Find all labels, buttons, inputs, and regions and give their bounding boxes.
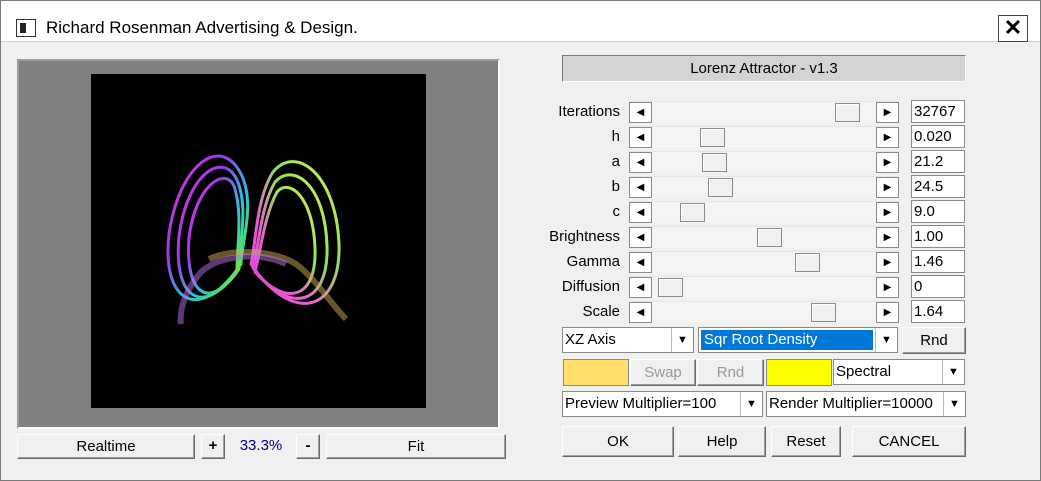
slider-thumb[interactable] [657, 278, 683, 297]
chevron-down-icon[interactable]: ▼ [942, 360, 964, 384]
arrow-left-icon[interactable]: ◀ [629, 302, 652, 323]
param-slider[interactable]: ◀ ▶ [629, 251, 899, 273]
close-icon: ✕ [1003, 15, 1023, 40]
arrow-left-icon[interactable]: ◀ [629, 177, 652, 198]
realtime-button[interactable]: Realtime [17, 434, 195, 459]
arrow-right-icon[interactable]: ▶ [876, 152, 899, 173]
param-label: Diffusion [561, 278, 620, 295]
chevron-down-icon[interactable]: ▼ [943, 392, 965, 416]
param-value-field[interactable]: 9.0 [911, 200, 965, 223]
arrow-right-icon[interactable]: ▶ [876, 252, 899, 273]
arrow-right-icon[interactable]: ▶ [876, 302, 899, 323]
param-label: c [612, 203, 621, 220]
cancel-button[interactable]: CANCEL [852, 426, 966, 457]
param-value-field[interactable]: 1.64 [911, 300, 965, 323]
param-value-field[interactable]: 21.2 [911, 150, 965, 173]
app-icon [16, 19, 36, 37]
param-slider[interactable]: ◀ ▶ [629, 301, 899, 323]
param-value-field[interactable]: 0.020 [911, 125, 965, 148]
close-button[interactable]: ✕ [998, 15, 1028, 42]
zoom-level: 33.3% [230, 434, 292, 459]
chevron-down-icon[interactable]: ▼ [671, 328, 693, 352]
arrow-right-icon[interactable]: ▶ [876, 227, 899, 248]
param-slider[interactable]: ◀ ▶ [629, 176, 899, 198]
swap-colors-button[interactable]: Swap [630, 359, 696, 386]
param-value-field[interactable]: 1.46 [911, 250, 965, 273]
param-label: a [611, 153, 620, 170]
slider-thumb[interactable] [679, 203, 705, 222]
attractor-image [166, 154, 349, 325]
slider-thumb[interactable] [757, 228, 783, 247]
preview-canvas[interactable] [91, 74, 426, 408]
param-slider[interactable]: ◀ ▶ [629, 151, 899, 173]
preview-multiplier-value: Preview Multiplier=100 [565, 395, 717, 412]
param-label: Brightness [549, 228, 620, 245]
param-slider[interactable]: ◀ ▶ [629, 226, 899, 248]
axis-select-value: XZ Axis [565, 331, 616, 348]
axis-select[interactable]: XZ Axis ▼ [562, 327, 694, 353]
density-select[interactable]: Sqr Root Density ▼ [698, 327, 898, 353]
param-label: h [611, 128, 620, 145]
param-slider[interactable]: ◀ ▶ [629, 276, 899, 298]
random-colors-button[interactable]: Rnd [697, 359, 764, 386]
render-multiplier-select[interactable]: Render Multiplier=10000 ▼ [766, 391, 966, 417]
param-slider[interactable]: ◀ ▶ [629, 201, 899, 223]
arrow-right-icon[interactable]: ▶ [876, 277, 899, 298]
reset-button[interactable]: Reset [771, 426, 841, 457]
arrow-left-icon[interactable]: ◀ [629, 202, 652, 223]
arrow-left-icon[interactable]: ◀ [629, 252, 652, 273]
fit-button[interactable]: Fit [326, 434, 506, 459]
slider-thumb[interactable] [701, 153, 727, 172]
arrow-left-icon[interactable]: ◀ [629, 102, 652, 123]
filter-name: Lorenz Attractor - v1.3 [562, 55, 966, 82]
param-value-field[interactable]: 0 [911, 275, 965, 298]
density-select-value: Sqr Root Density [701, 330, 873, 350]
arrow-right-icon[interactable]: ▶ [876, 127, 899, 148]
param-slider[interactable]: ◀ ▶ [629, 101, 899, 123]
param-label: Scale [582, 303, 620, 320]
param-label: Iterations [558, 103, 620, 120]
render-multiplier-value: Render Multiplier=10000 [769, 395, 933, 412]
arrow-left-icon[interactable]: ◀ [629, 127, 652, 148]
window-title: Richard Rosenman Advertising & Design. [46, 18, 358, 37]
arrow-left-icon[interactable]: ◀ [629, 227, 652, 248]
slider-thumb[interactable] [707, 178, 733, 197]
preview-multiplier-select[interactable]: Preview Multiplier=100 ▼ [562, 391, 763, 417]
param-value-field[interactable]: 32767 [911, 100, 965, 123]
zoom-out-button[interactable]: - [296, 434, 320, 459]
palette-select-value: Spectral [836, 363, 892, 380]
arrow-left-icon[interactable]: ◀ [629, 277, 652, 298]
slider-thumb[interactable] [795, 253, 821, 272]
param-value-field[interactable]: 24.5 [911, 175, 965, 198]
arrow-right-icon[interactable]: ▶ [876, 202, 899, 223]
color-swatch-primary[interactable] [563, 359, 629, 386]
slider-thumb[interactable] [699, 128, 725, 147]
param-value-field[interactable]: 1.00 [911, 225, 965, 248]
slider-thumb[interactable] [811, 303, 837, 322]
param-label: b [611, 178, 620, 195]
param-slider[interactable]: ◀ ▶ [629, 126, 899, 148]
arrow-left-icon[interactable]: ◀ [629, 152, 652, 173]
palette-select[interactable]: Spectral ▼ [833, 359, 965, 385]
help-button[interactable]: Help [678, 426, 766, 457]
zoom-in-button[interactable]: + [201, 434, 225, 459]
chevron-down-icon[interactable]: ▼ [740, 392, 762, 416]
slider-thumb[interactable] [835, 103, 861, 122]
chevron-down-icon[interactable]: ▼ [875, 328, 897, 352]
ok-button[interactable]: OK [562, 426, 674, 457]
randomize-button[interactable]: Rnd [902, 327, 966, 354]
param-label: Gamma [566, 253, 620, 270]
arrow-right-icon[interactable]: ▶ [876, 102, 899, 123]
arrow-right-icon[interactable]: ▶ [876, 177, 899, 198]
color-swatch-secondary[interactable] [766, 359, 832, 386]
